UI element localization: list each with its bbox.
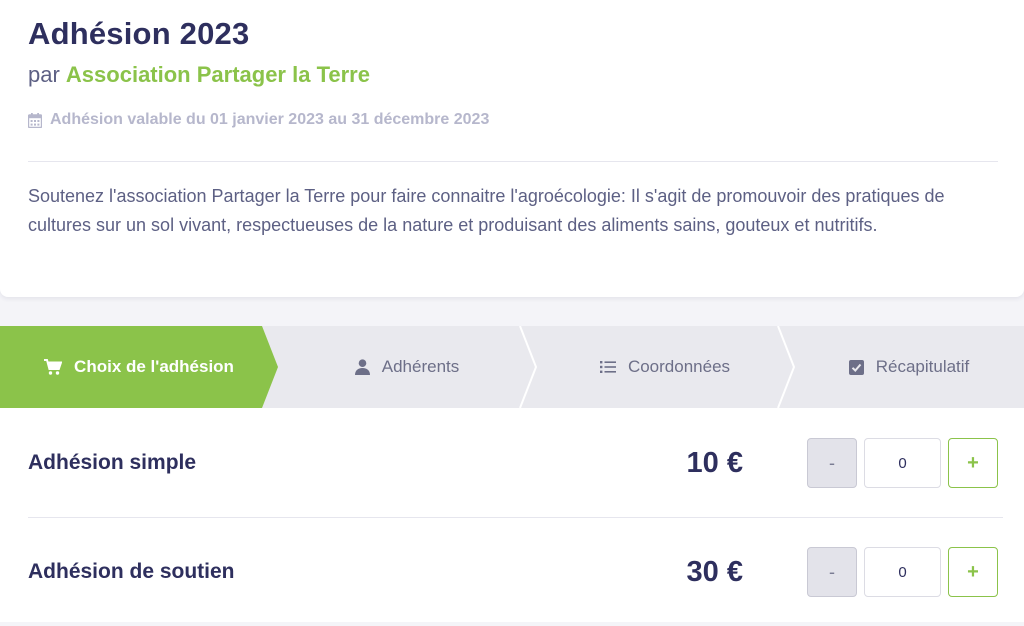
step-summary[interactable]: Récapitulatif (794, 326, 1024, 408)
campaign-description: Soutenez l'association Partager la Terre… (28, 186, 945, 235)
calendar-icon (28, 112, 42, 128)
step-label: Choix de l'adhésion (74, 357, 234, 376)
step-label: Récapitulatif (875, 357, 970, 376)
list-icon (599, 361, 616, 373)
step-label: Coordonnées (627, 357, 731, 376)
membership-row-simple: Adhésion simple 10 € - + (28, 409, 1003, 517)
checkout-steps: Choix de l'adhésion Adhérents Coordonnée… (0, 326, 1024, 408)
organization-link[interactable]: Association Partager la Terre (66, 62, 370, 87)
increase-button[interactable]: + (948, 547, 998, 597)
decrease-button[interactable]: - (807, 547, 857, 597)
membership-row-support: Adhésion de soutien 30 € - + (28, 518, 1003, 626)
quantity-input[interactable] (864, 547, 941, 597)
step-members[interactable]: Adhérents (278, 326, 536, 408)
campaign-header-card: Adhésion 2023 par Association Partager l… (0, 0, 1024, 297)
organizer-line: par Association Partager la Terre (28, 62, 370, 88)
membership-name: Adhésion simple (28, 451, 197, 474)
person-icon (354, 359, 370, 375)
header-divider (28, 161, 998, 162)
by-prefix: par (28, 62, 60, 87)
increase-button[interactable]: + (948, 438, 998, 488)
membership-price: 30 € (686, 555, 743, 588)
step-membership-choice[interactable]: Choix de l'adhésion (0, 326, 278, 408)
decrease-button[interactable]: - (807, 438, 857, 488)
step-contact-details[interactable]: Coordonnées (536, 326, 794, 408)
validity-text: Adhésion valable du 01 janvier 2023 au 3… (50, 111, 490, 128)
membership-name: Adhésion de soutien (28, 560, 235, 583)
validity-period: Adhésion valable du 01 janvier 2023 au 3… (28, 111, 489, 129)
membership-price: 10 € (686, 446, 743, 479)
cart-icon (44, 359, 63, 375)
step-label: Adhérents (381, 357, 460, 376)
quantity-input[interactable] (864, 438, 941, 488)
page-title: Adhésion 2023 (28, 16, 250, 51)
checkbox-icon (848, 359, 864, 375)
